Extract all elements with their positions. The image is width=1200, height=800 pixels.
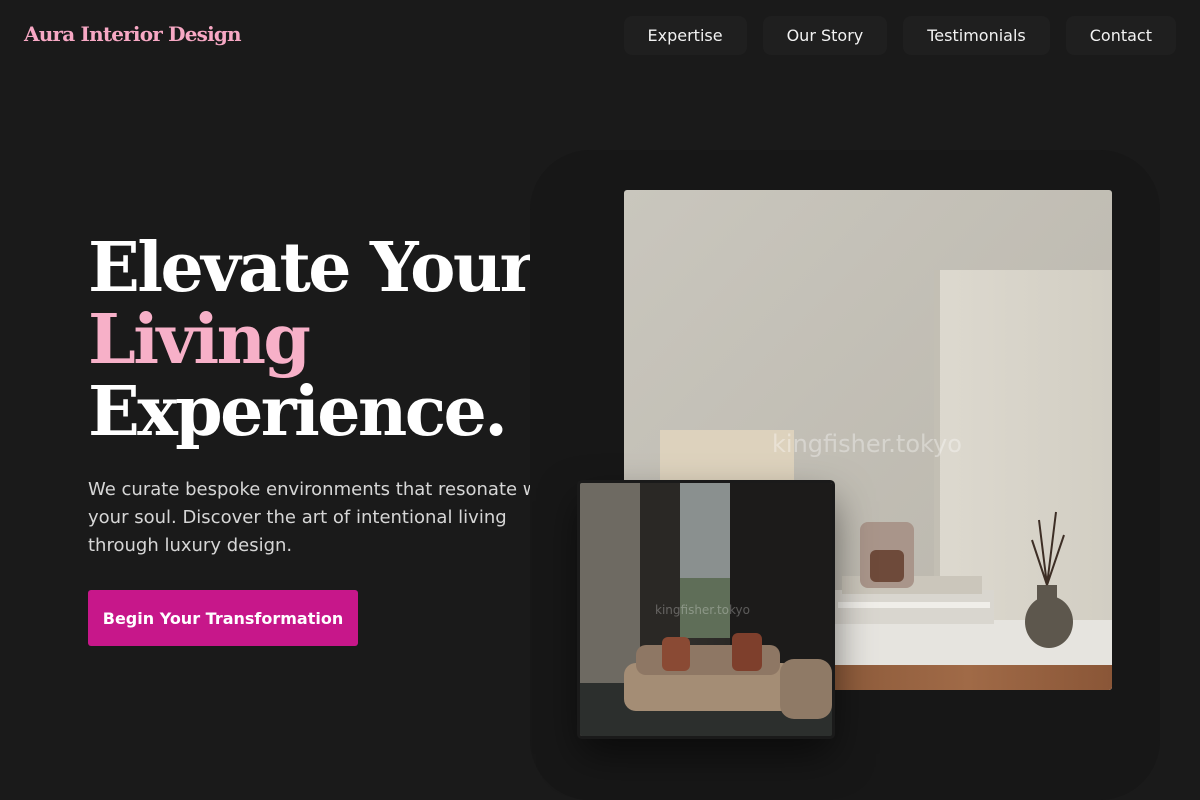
headline-line-3: Experience. xyxy=(88,372,508,452)
main-nav: Expertise Our Story Testimonials Contact xyxy=(623,16,1176,55)
main-image-watermark: kingfisher.tokyo xyxy=(772,430,962,458)
begin-transformation-button[interactable]: Begin Your Transformation xyxy=(88,590,358,646)
nav-link-testimonials[interactable]: Testimonials xyxy=(903,16,1050,55)
hero-description: We curate bespoke environments that reso… xyxy=(88,479,561,556)
hero-headline: Elevate Your Living Experience. xyxy=(88,228,536,452)
inset-image-living-room: kingfisher.tokyo xyxy=(580,483,832,736)
headline-accent: Living xyxy=(88,300,311,380)
headline-line-1: Elevate Your xyxy=(88,228,536,308)
inset-image-watermark: kingfisher.tokyo xyxy=(655,603,750,617)
nav-link-expertise[interactable]: Expertise xyxy=(623,16,747,55)
brand-logo[interactable]: Aura Interior Design xyxy=(24,22,242,46)
nav-link-our-story[interactable]: Our Story xyxy=(762,16,888,55)
nav-link-contact[interactable]: Contact xyxy=(1065,16,1176,55)
